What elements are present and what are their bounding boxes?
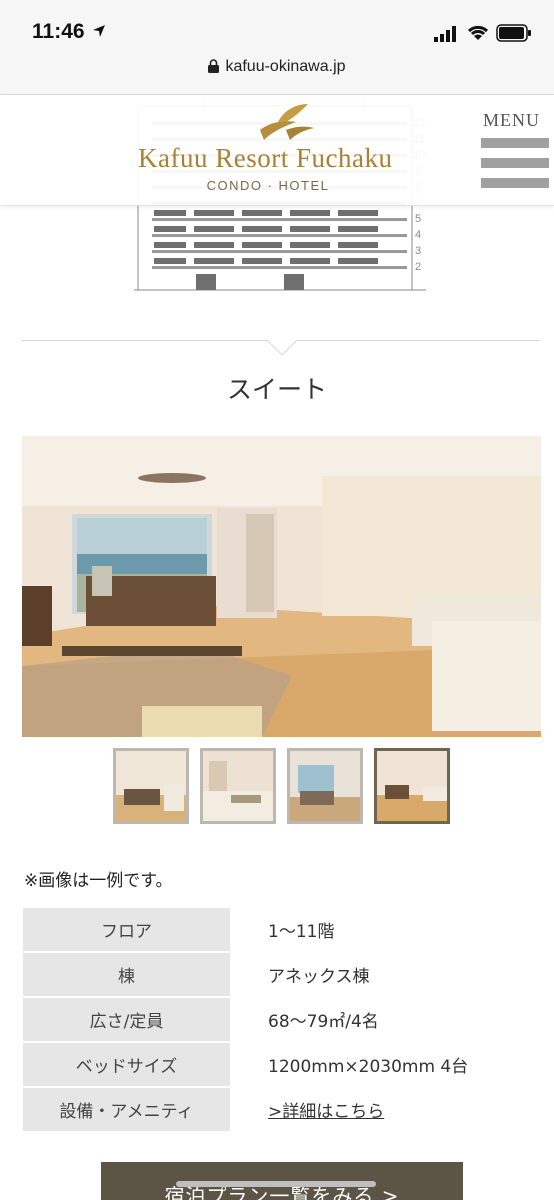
thumbnail-3[interactable] xyxy=(287,748,363,824)
spec-value-building: アネックス棟 xyxy=(268,967,370,987)
address-bar[interactable]: kafuu-okinawa.jp xyxy=(0,58,554,82)
location-arrow-icon xyxy=(93,25,105,37)
room-main-photo xyxy=(22,436,541,737)
menu-label[interactable]: MENU xyxy=(483,110,540,131)
divider-notch-icon xyxy=(267,340,297,356)
table-row: ベッドサイズ 1200mm×2030mm 4台 xyxy=(23,1043,541,1086)
battery-icon xyxy=(496,24,531,42)
spec-label-floor: フロア xyxy=(23,908,230,951)
table-row: 棟 アネックス棟 xyxy=(23,953,541,996)
table-row: 広さ/定員 68〜79㎡/4名 xyxy=(23,998,541,1041)
spec-value-floor: 1〜11階 xyxy=(268,922,335,942)
table-row: フロア 1〜11階 xyxy=(23,908,541,951)
table-row: 設備・アメニティ >詳細はこちら xyxy=(23,1088,541,1131)
url-text: kafuu-okinawa.jp xyxy=(225,58,346,75)
spec-value-size: 68〜79㎡/4名 xyxy=(268,1012,379,1032)
home-indicator[interactable] xyxy=(176,1181,376,1187)
spec-label-bed: ベッドサイズ xyxy=(23,1043,230,1086)
spec-label-size: 広さ/定員 xyxy=(23,998,230,1041)
svg-text:2: 2 xyxy=(415,261,421,273)
svg-text:5: 5 xyxy=(415,213,421,225)
spec-label-amenities: 設備・アメニティ xyxy=(23,1088,230,1131)
logo-wing-icon xyxy=(260,104,314,140)
browser-chrome: 11:46 kafuu-okinawa.jp xyxy=(0,0,554,95)
hamburger-menu-icon[interactable] xyxy=(481,138,549,198)
thumbnail-1[interactable] xyxy=(113,748,189,824)
status-time: 11:46 xyxy=(32,20,85,43)
thumbnail-2[interactable] xyxy=(200,748,276,824)
svg-text:4: 4 xyxy=(415,229,421,241)
page-title: スイート xyxy=(226,375,327,404)
svg-text:3: 3 xyxy=(415,245,421,257)
amenities-cell: >詳細はこちら xyxy=(230,1088,541,1131)
spec-label-building: 棟 xyxy=(23,953,230,996)
lock-icon xyxy=(208,59,220,73)
amenities-detail-link[interactable]: >詳細はこちら xyxy=(268,1102,384,1122)
thumbnail-4[interactable] xyxy=(374,748,450,824)
room-spec-table: フロア 1〜11階 棟 アネックス棟 広さ/定員 68〜79㎡/4名 ベッドサイ… xyxy=(23,906,541,1133)
wifi-icon xyxy=(467,25,489,40)
hotel-logo-subtitle: CONDO · HOTEL xyxy=(206,178,330,193)
image-disclaimer: ※画像は一例です。 xyxy=(24,871,173,891)
hotel-logo-name[interactable]: Kafuu Resort Fuchaku xyxy=(138,143,428,174)
cellular-signal-icon xyxy=(434,26,456,42)
spec-value-bed: 1200mm×2030mm 4台 xyxy=(268,1057,469,1077)
